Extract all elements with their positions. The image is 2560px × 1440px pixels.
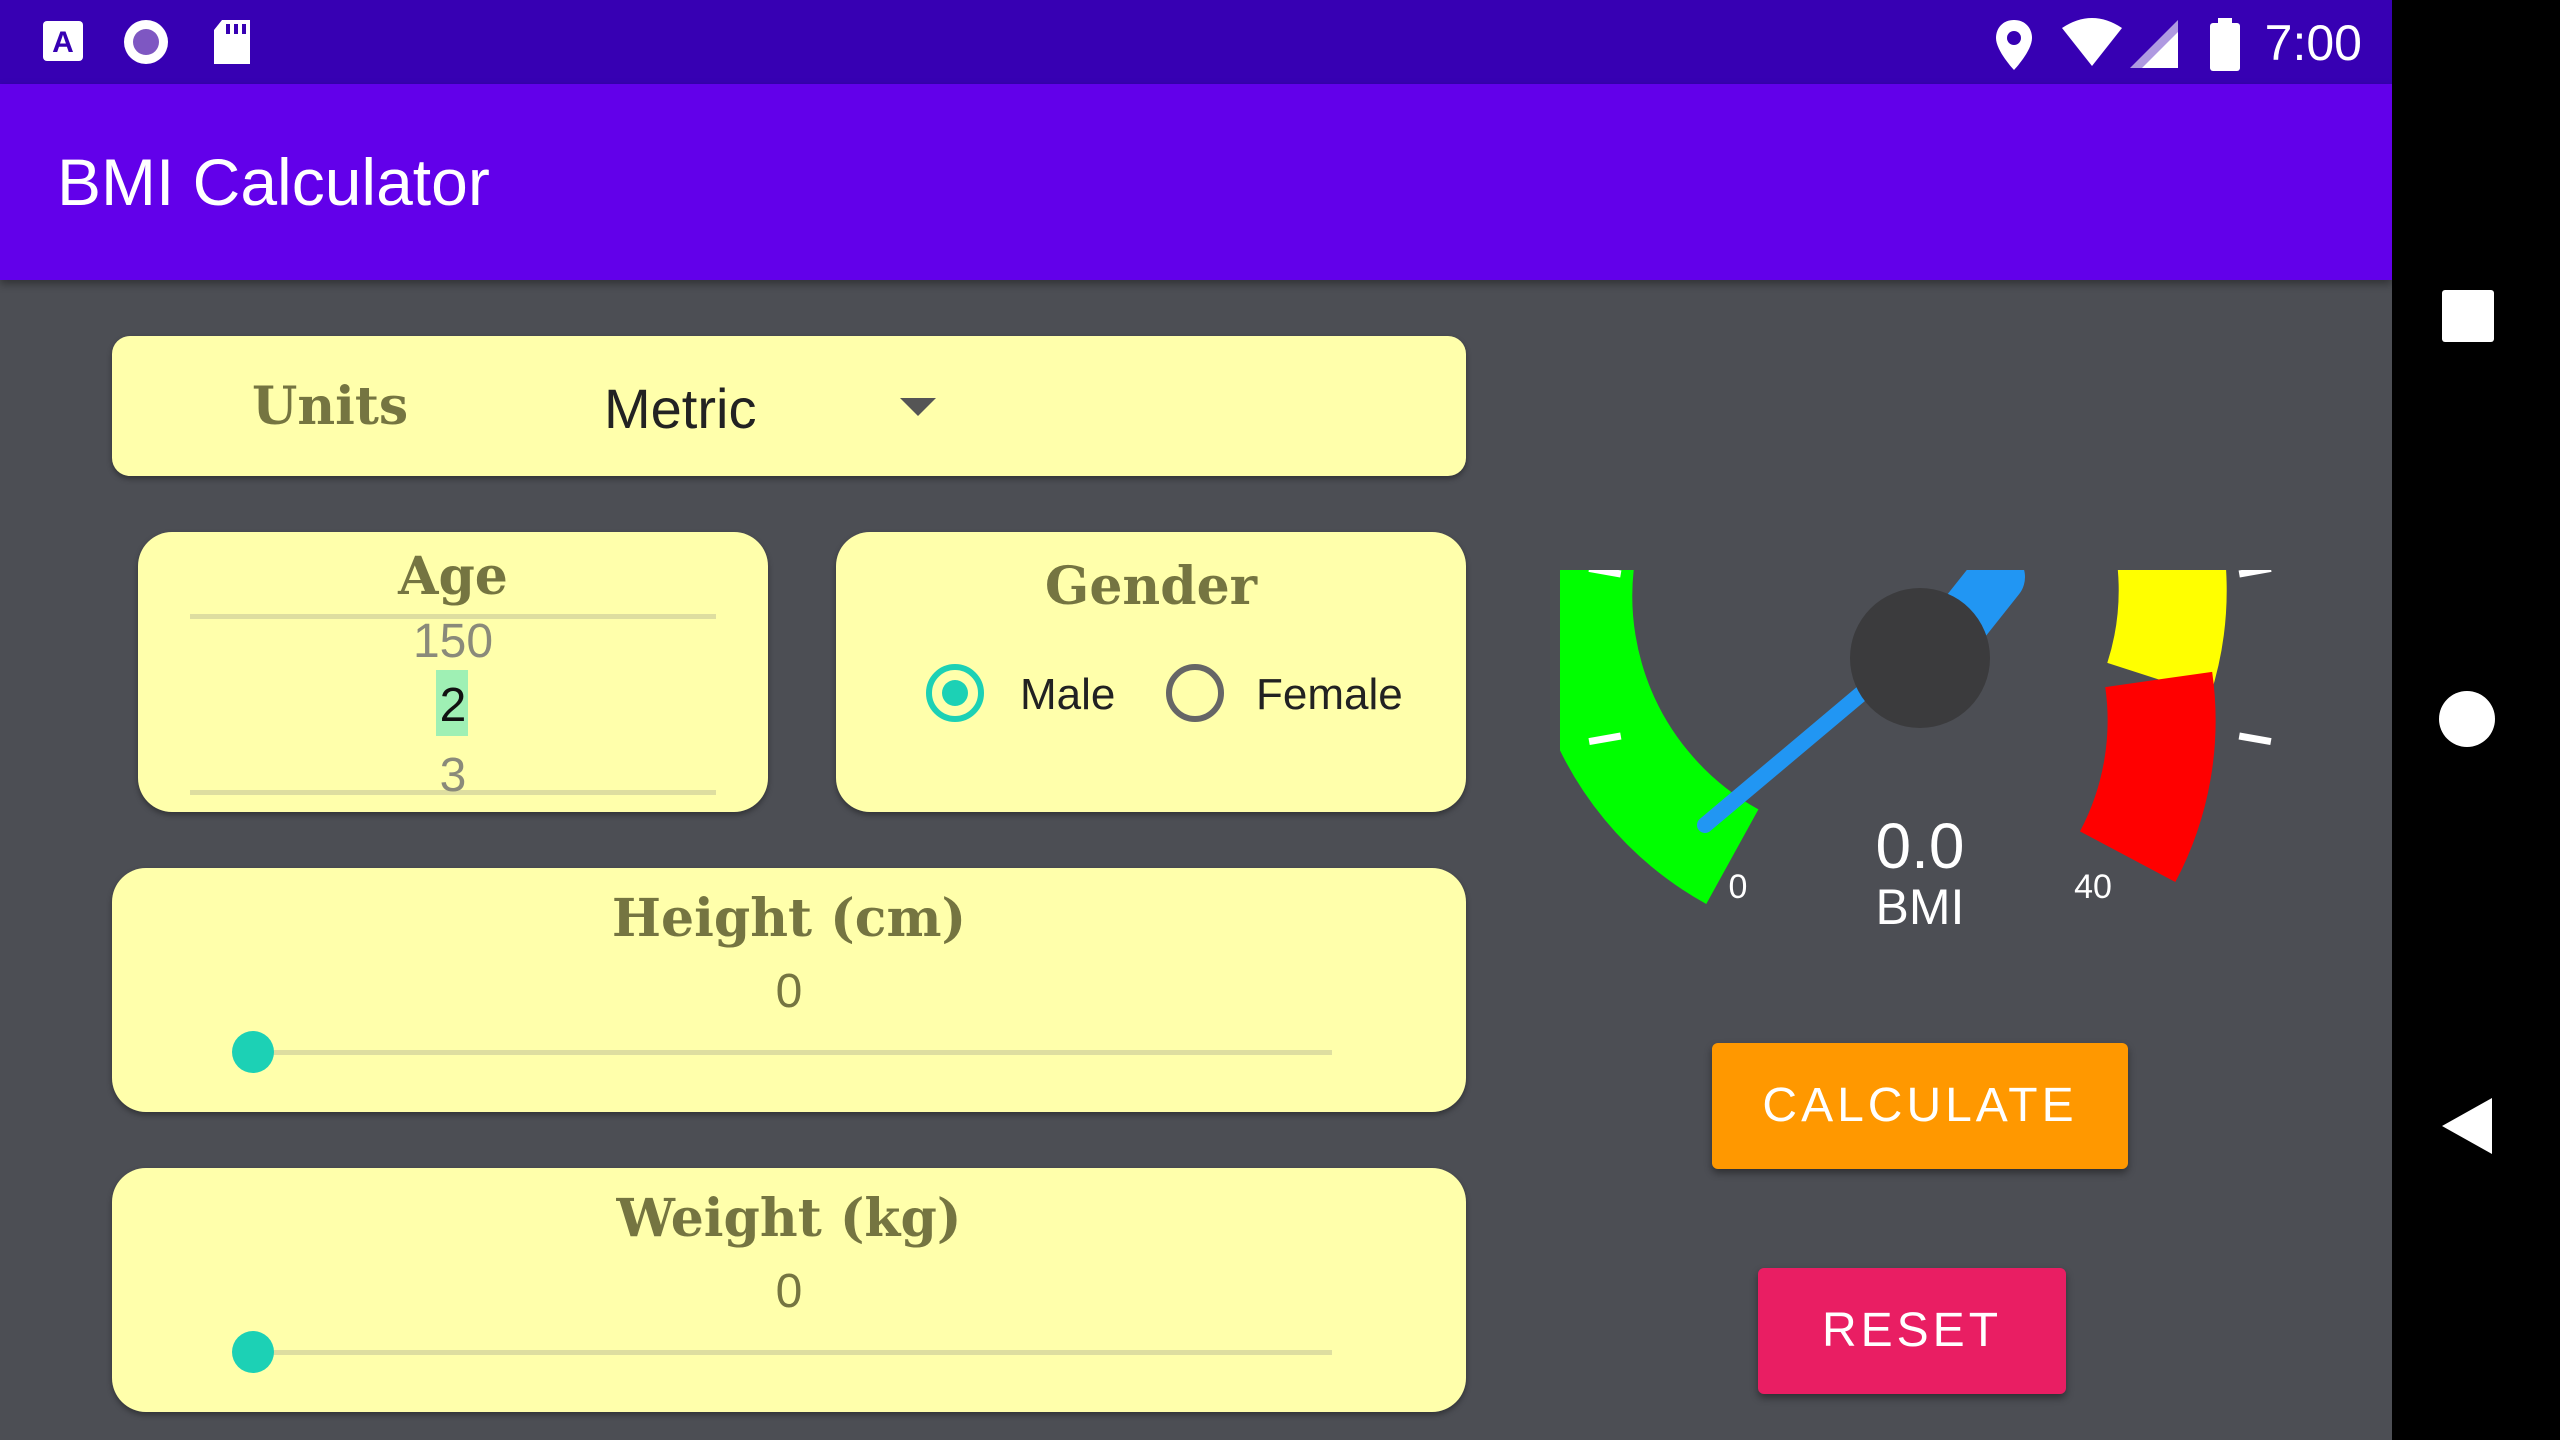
weight-card: Weight (kg) 0 — [112, 1168, 1466, 1412]
gauge-zone-red — [2079, 671, 2216, 883]
height-value: 0 — [775, 965, 803, 1018]
overview-square-icon[interactable] — [2440, 288, 2496, 344]
age-picker-prev[interactable]: 150 — [138, 614, 768, 669]
weight-slider-track[interactable] — [252, 1350, 1332, 1355]
weight-slider-thumb[interactable] — [232, 1331, 274, 1373]
units-label: Units — [252, 376, 409, 437]
home-circle-icon[interactable] — [2438, 690, 2496, 748]
bmi-unit-label: BMI — [1876, 879, 1965, 935]
radio-circle-icon — [124, 20, 168, 64]
weight-value: 0 — [775, 1265, 803, 1318]
gauge-hub — [1850, 588, 1990, 728]
height-slider-track[interactable] — [252, 1050, 1332, 1055]
age-title: Age — [398, 546, 508, 607]
signal-icon — [2130, 20, 2178, 68]
gauge-min-label: 0 — [1729, 868, 1748, 906]
gauge-needle-tail — [1697, 680, 1876, 833]
height-title: Height (cm) — [611, 888, 967, 949]
age-picker-next[interactable]: 3 — [138, 748, 768, 803]
main-content: Units Metric Age 150 2 3 Gender Male Fem… — [0, 280, 2392, 1440]
bmi-value: 0.0 — [1876, 810, 1965, 882]
calculate-button[interactable]: CALCULATE — [1712, 1043, 2128, 1169]
gauge-max-label: 40 — [2074, 868, 2112, 906]
gauge-zone-yellow — [2107, 570, 2227, 697]
svg-text:A: A — [52, 26, 74, 59]
male-radio[interactable] — [926, 664, 984, 722]
app-bar: BMI Calculator — [0, 84, 2392, 280]
age-card: Age 150 2 3 — [138, 532, 768, 812]
dropdown-arrow-icon[interactable] — [900, 398, 936, 416]
clock: 7:00 — [2264, 15, 2362, 71]
status-bar: A 7:00 — [0, 0, 2392, 84]
page-title: BMI Calculator — [57, 145, 490, 219]
gender-card: Gender Male Female — [836, 532, 1466, 812]
female-radio[interactable] — [1166, 664, 1224, 722]
weight-title: Weight (kg) — [616, 1188, 962, 1249]
reset-button[interactable]: RESET — [1758, 1268, 2066, 1394]
units-dropdown[interactable]: Units Metric — [112, 336, 1466, 476]
height-slider-thumb[interactable] — [232, 1031, 274, 1073]
battery-icon — [2210, 18, 2240, 71]
male-label[interactable]: Male — [1020, 670, 1115, 720]
sd-card-icon — [214, 20, 250, 64]
wifi-icon — [2062, 18, 2122, 66]
gender-title: Gender — [1044, 556, 1258, 617]
back-triangle-icon[interactable] — [2440, 1096, 2496, 1156]
height-card: Height (cm) 0 — [112, 868, 1466, 1112]
location-icon — [1996, 20, 2032, 70]
units-selected-value[interactable]: Metric — [604, 376, 756, 441]
navigation-bar — [2392, 0, 2560, 1440]
age-picker-current[interactable]: 2 — [138, 678, 768, 733]
font-app-icon: A — [43, 21, 83, 61]
female-label[interactable]: Female — [1256, 670, 1403, 720]
